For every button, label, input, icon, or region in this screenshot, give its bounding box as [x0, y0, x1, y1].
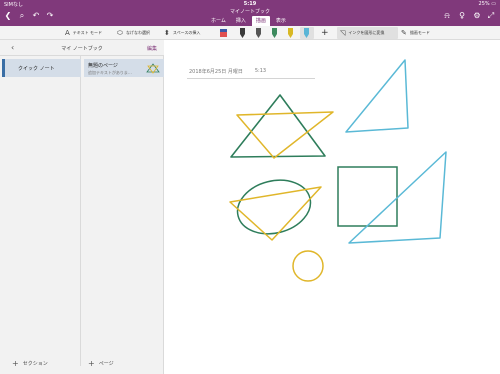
- battery-label: 25%: [478, 1, 490, 7]
- notebook-title: マイ ノートブック: [61, 46, 103, 52]
- battery-indicator: 25% ▭: [478, 1, 496, 7]
- ink-to-shape-icon: ◹: [340, 29, 346, 37]
- pen-green-icon[interactable]: [270, 27, 279, 39]
- pen-black-icon[interactable]: [238, 27, 247, 39]
- text-mode-button[interactable]: A テキスト モード: [65, 28, 102, 38]
- clock: 5:19: [243, 1, 257, 7]
- title-underline: [187, 78, 315, 79]
- tab-insert[interactable]: 挿入: [232, 16, 250, 26]
- title-bar: SIMなし 5:19 25% ▭ マイノートブック ❮ ⌕ ↶ ↷ ホーム 挿入…: [0, 0, 500, 26]
- page-canvas[interactable]: [165, 40, 500, 374]
- page-title-label: 無題のページ: [88, 63, 118, 69]
- plus-icon: +: [12, 359, 19, 368]
- ink-to-shape-label: インクを図形に変換: [348, 30, 385, 35]
- section-list: クイック ノート: [0, 56, 81, 366]
- expand-icon[interactable]: ⤢: [486, 11, 496, 21]
- search-icon[interactable]: ⌕: [17, 11, 27, 21]
- pen-gray-icon[interactable]: [254, 27, 263, 39]
- insert-space-label: スペースの挿入: [172, 30, 201, 35]
- page-date: 2018年6月25日 月曜日: [189, 69, 243, 75]
- draw-ribbon: A テキスト モード ⬭ なげなわ選択 ⬍ スペースの挿入 + ◹ インクを図形…: [0, 26, 500, 40]
- page-item-untitled[interactable]: 無題のページ 追加テキストがありま…: [84, 59, 164, 77]
- app-title: マイノートブック: [229, 9, 270, 15]
- add-section-label: セクション: [22, 361, 48, 367]
- add-person-icon[interactable]: ♀: [457, 11, 467, 21]
- add-page-label: ページ: [98, 361, 114, 367]
- section-item-quick-notes[interactable]: クイック ノート: [2, 59, 81, 77]
- tab-draw[interactable]: 描画: [251, 16, 270, 26]
- lasso-select-button[interactable]: ⬭ なげなわ選択: [117, 28, 150, 38]
- add-page-button[interactable]: + ページ: [88, 359, 114, 368]
- tab-view[interactable]: 表示: [272, 16, 290, 26]
- drawing-mode-button[interactable]: ✎ 描画モード: [401, 28, 430, 38]
- page-preview-text: 追加テキストがありま…: [88, 70, 132, 75]
- section-label: クイック ノート: [18, 66, 55, 72]
- plus-icon: +: [88, 359, 95, 368]
- text-mode-label: テキスト モード: [72, 30, 102, 35]
- flag-swatch-icon[interactable]: [219, 27, 228, 39]
- edit-button[interactable]: 編集: [147, 45, 157, 52]
- ribbon-tabs: ホーム 挿入 描画 表示: [207, 16, 290, 26]
- notebook-header: ‹ マイ ノートブック 編集: [0, 40, 164, 56]
- tab-home[interactable]: ホーム: [207, 16, 230, 26]
- page-thumbnail-icon: [146, 63, 160, 74]
- navigation-pane: ‹ マイ ノートブック 編集 クイック ノート 無題のページ 追加テキストがあり…: [0, 40, 164, 374]
- pen-blue-icon[interactable]: [302, 27, 311, 39]
- page-list: 無題のページ 追加テキストがありま…: [82, 56, 164, 366]
- redo-icon[interactable]: ↷: [45, 11, 55, 21]
- text-mode-icon: A: [65, 29, 70, 37]
- add-pen-button[interactable]: +: [321, 28, 329, 38]
- lasso-icon: ⬭: [117, 28, 123, 37]
- gear-icon[interactable]: ⚙: [472, 11, 482, 21]
- highlighter-yellow-icon[interactable]: [286, 27, 295, 39]
- add-section-button[interactable]: + セクション: [12, 359, 48, 368]
- undo-icon[interactable]: ↶: [31, 11, 41, 21]
- bell-icon[interactable]: ⍾: [442, 11, 452, 21]
- drawing-mode-icon: ✎: [401, 29, 407, 37]
- ink-to-shape-button[interactable]: ◹ インクを図形に変換: [340, 28, 384, 38]
- lasso-select-label: なげなわ選択: [125, 30, 150, 35]
- insert-space-icon: ⬍: [164, 29, 170, 37]
- page-datetime: 2018年6月25日 月曜日 5:13: [189, 68, 266, 75]
- onenote-window: SIMなし 5:19 25% ▭ マイノートブック ❮ ⌕ ↶ ↷ ホーム 挿入…: [0, 0, 500, 374]
- drawing-mode-label: 描画モード: [409, 30, 430, 35]
- insert-space-button[interactable]: ⬍ スペースの挿入: [164, 28, 200, 38]
- page-time: 5:13: [254, 68, 267, 74]
- back-icon[interactable]: ❮: [3, 11, 13, 21]
